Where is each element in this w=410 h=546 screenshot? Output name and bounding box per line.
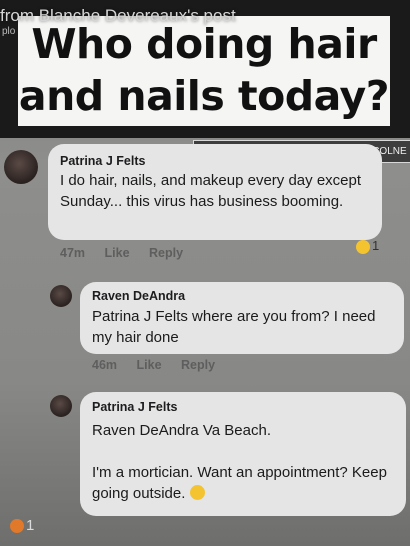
reaction-badge[interactable]: 1	[356, 238, 379, 254]
comment-author[interactable]: Patrina J Felts	[92, 400, 177, 414]
headline-box: Who doing hair and nails today?	[18, 16, 390, 126]
headline: Who doing hair and nails today?	[18, 18, 390, 122]
like-button[interactable]: Like	[137, 358, 162, 372]
comment-author[interactable]: Raven DeAndra	[92, 289, 185, 303]
comment-text: Patrina J Felts where are you from? I ne…	[92, 308, 376, 346]
share-caption: from Blanche Devereaux's post	[0, 6, 236, 25]
like-button[interactable]: Like	[105, 246, 130, 260]
comment-actions: 47m Like Reply	[60, 246, 199, 260]
comment-text: I'm a mortician. Want an appointment? Ke…	[92, 462, 404, 504]
comment-text-body: I'm a mortician. Want an appointment? Ke…	[92, 464, 387, 502]
headline-line-2: and nails today?	[18, 72, 390, 120]
screen: Who doing hair and nails today? from Bla…	[0, 0, 410, 546]
comment-time[interactable]: 47m	[60, 246, 85, 260]
avatar[interactable]	[4, 150, 38, 184]
comment-mention: Raven DeAndra Va Beach.	[92, 422, 271, 439]
avatar[interactable]	[50, 395, 72, 417]
meme-header: Who doing hair and nails today? from Bla…	[0, 0, 410, 138]
comment-time[interactable]: 46m	[92, 358, 117, 372]
footer-reaction-count: 1	[26, 517, 35, 534]
wow-emoji-icon	[356, 239, 370, 254]
comment-author[interactable]: Patrina J Felts	[60, 154, 145, 168]
reply-button[interactable]: Reply	[149, 246, 183, 260]
avatar[interactable]	[50, 285, 72, 307]
reaction-count: 1	[372, 238, 380, 253]
comment-actions: 46m Like Reply	[92, 358, 231, 372]
reply-button[interactable]: Reply	[181, 358, 215, 372]
angry-emoji-icon	[10, 519, 24, 534]
share-caption-sub: plo	[2, 26, 16, 37]
footer-reaction[interactable]: 1	[10, 517, 34, 534]
comment-text: I do hair, nails, and makeup every day e…	[60, 172, 362, 210]
laughing-emoji-icon	[189, 485, 205, 500]
